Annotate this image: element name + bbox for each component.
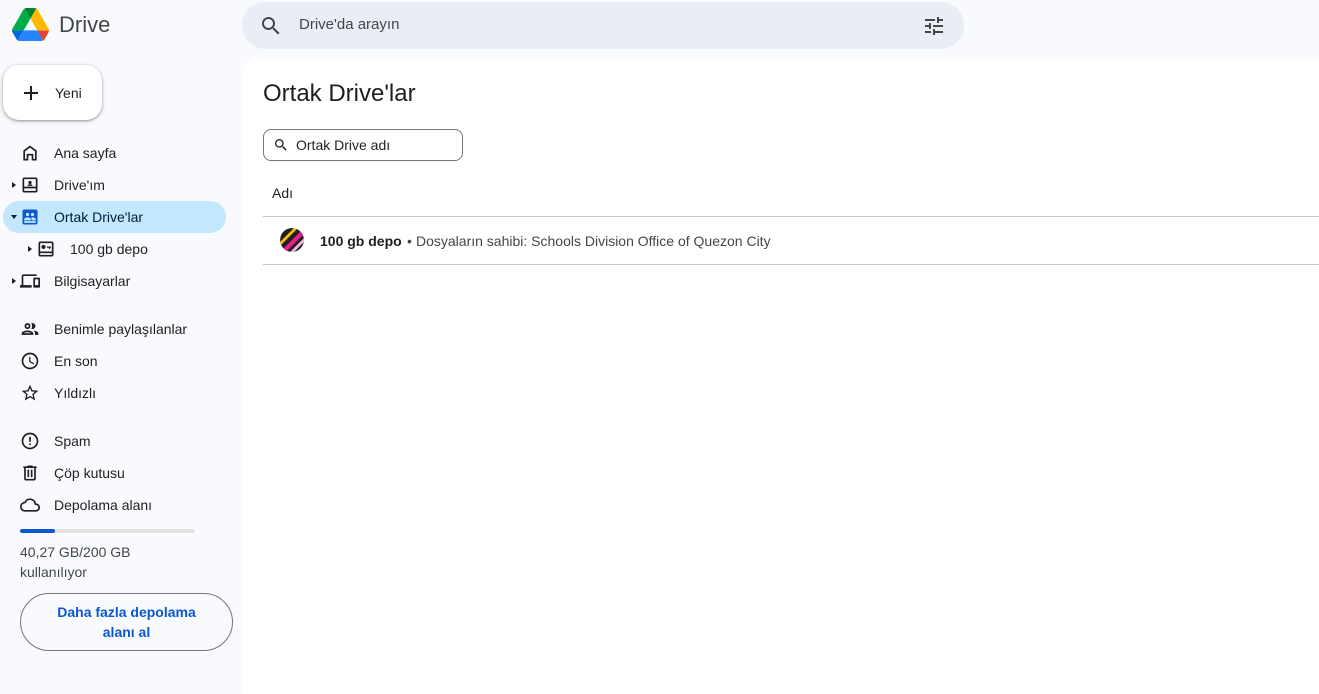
caret-right-icon[interactable] <box>9 276 19 286</box>
tune-icon[interactable] <box>922 14 946 38</box>
table-row[interactable]: 100 gb depo • Dosyaların sahibi: Schools… <box>263 217 1319 264</box>
sidebar-item-trash[interactable]: Çöp kutusu <box>3 457 226 489</box>
sidebar-item-starred[interactable]: Yıldızlı <box>3 377 226 409</box>
shared-drive-owner: Dosyaların sahibi: Schools Division Offi… <box>416 233 771 249</box>
shared-drives-icon <box>22 209 38 225</box>
star-icon <box>21 384 39 401</box>
sidebar-item-my-drive[interactable]: Drive'ım <box>3 169 226 201</box>
sidebar-item-home[interactable]: Ana sayfa <box>3 137 226 169</box>
sidebar-item-label: Depolama alanı <box>54 497 153 513</box>
shared-drive-avatar-icon <box>280 228 304 252</box>
sidebar-item-label: Spam <box>54 433 91 449</box>
sidebar-item-label: 100 gb depo <box>70 241 148 257</box>
sidebar-item-recent[interactable]: En son <box>3 345 226 377</box>
search-icon <box>275 139 287 151</box>
spam-icon <box>21 432 39 450</box>
get-more-storage-button[interactable]: Daha fazla depolama alanı al <box>20 593 233 651</box>
divider <box>263 264 1319 265</box>
sidebar-item-label: Benimle paylaşılanlar <box>54 321 188 337</box>
drive-logo[interactable]: Drive <box>12 7 110 42</box>
shared-drive-item-icon <box>38 241 54 257</box>
sidebar-item-spam[interactable]: Spam <box>3 425 226 457</box>
main-content: Ortak Drive'lar Ortak Drive adı Adı 100 … <box>243 57 1319 694</box>
shared-drive-name[interactable]: 100 gb depo <box>320 233 402 249</box>
search-input[interactable]: Drive'da arayın <box>299 16 399 33</box>
trash-icon <box>23 465 37 481</box>
page-title: Ortak Drive'lar <box>263 80 416 107</box>
new-button[interactable]: Yeni <box>3 65 102 120</box>
home-icon <box>23 145 37 161</box>
sidebar-item-label: Drive'ım <box>54 177 105 193</box>
app-name: Drive <box>59 11 111 37</box>
search-icon[interactable] <box>259 14 283 38</box>
storage-usage-text: 40,27 GB/200 GB kullanılıyor <box>20 544 131 580</box>
my-drive-icon <box>22 177 38 193</box>
separator-dot: • <box>407 233 412 249</box>
sidebar-item-shared-with-me[interactable]: Benimle paylaşılanlar <box>3 313 226 345</box>
plus-icon <box>24 85 38 100</box>
clock-icon <box>21 352 39 370</box>
cloud-icon <box>20 498 40 512</box>
computers-icon <box>20 274 40 288</box>
sidebar-item-label: Ana sayfa <box>54 145 117 161</box>
storage-progress-bar <box>20 529 195 533</box>
column-header-name[interactable]: Adı <box>272 185 293 201</box>
filter-input[interactable]: Ortak Drive adı <box>296 137 390 153</box>
sidebar-item-label: Çöp kutusu <box>54 465 125 481</box>
new-button-label: Yeni <box>55 84 82 101</box>
sidebar-item-100gb-depo[interactable]: 100 gb depo <box>3 233 226 265</box>
sidebar-item-label: Bilgisayarlar <box>54 273 131 289</box>
sidebar-item-shared-drives[interactable]: Ortak Drive'lar <box>3 201 226 233</box>
caret-right-icon[interactable] <box>9 180 19 190</box>
search-bar[interactable]: Drive'da arayın <box>242 2 964 49</box>
google-drive-logo-icon <box>12 7 49 42</box>
sidebar-item-label: Yıldızlı <box>54 385 97 401</box>
caret-down-icon[interactable] <box>9 212 19 222</box>
shared-drive-name-filter[interactable]: Ortak Drive adı <box>263 129 463 161</box>
sidebar-item-label: Ortak Drive'lar <box>54 209 144 225</box>
caret-right-icon[interactable] <box>25 244 35 254</box>
sidebar-item-computers[interactable]: Bilgisayarlar <box>3 265 226 297</box>
storage-progress-fill <box>20 529 55 533</box>
sidebar-item-label: En son <box>54 353 98 369</box>
sidebar-item-storage[interactable]: Depolama alanı <box>3 489 226 521</box>
people-icon <box>21 323 39 335</box>
